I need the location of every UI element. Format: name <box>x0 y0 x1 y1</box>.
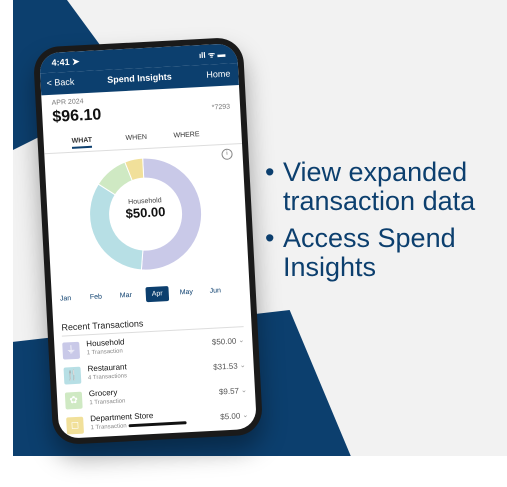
recent-transactions-title: Recent Transactions <box>61 318 144 333</box>
month-jun[interactable]: Jun <box>210 287 222 295</box>
total-amount: $96.10 <box>51 106 102 126</box>
transaction-amount: $9.57 <box>218 386 240 397</box>
month-jan[interactable]: Jan <box>60 295 72 303</box>
transaction-name: Household <box>86 337 125 349</box>
transaction-count: 1 Transaction <box>90 423 127 432</box>
utensils-icon: 🍴 <box>63 366 82 385</box>
transaction-amount: $50.00 <box>211 336 237 347</box>
chevron-down-icon: ⌄ <box>242 411 249 420</box>
chevron-down-icon: ⌄ <box>238 337 245 345</box>
feature-text: View expanded transaction data <box>283 157 476 216</box>
period-label: APR 2024 <box>51 98 84 107</box>
tab-what[interactable]: WHAT <box>71 136 93 149</box>
month-selector: Jan Feb Mar Apr May Jun <box>51 281 250 311</box>
transaction-count: 4 Transactions <box>87 373 128 382</box>
feature-bullet: • Access Spend Insights <box>265 223 456 282</box>
shopping-bag-icon: ◻ <box>66 416 84 435</box>
signal-icons: ıll ᯤ ▬ <box>198 49 226 61</box>
feature-text: Access Spend Insights <box>283 223 456 282</box>
month-feb[interactable]: Feb <box>90 293 102 301</box>
transaction-name: Restaurant <box>87 362 127 374</box>
info-icon[interactable]: i <box>221 148 233 161</box>
tab-where[interactable]: WHERE <box>173 131 199 139</box>
feature-bullet: • View expanded transaction data <box>265 157 476 216</box>
status-time: 4:41 ➤ <box>51 56 80 68</box>
transaction-count: 1 Transaction <box>89 398 126 407</box>
account-number: *7293 <box>211 103 231 112</box>
home-button[interactable]: Home <box>206 68 231 79</box>
phone-screen: 4:41 ➤ ıll ᯤ ▬ < Back Spend Insights Hom… <box>39 43 257 439</box>
donut-slice-restaurant[interactable] <box>88 182 144 273</box>
insight-tabs: WHAT WHEN WHERE <box>43 124 243 155</box>
tab-when[interactable]: WHEN <box>125 134 147 142</box>
transaction-name: Grocery <box>88 387 118 399</box>
transaction-amount: $5.00 <box>220 411 241 422</box>
month-may[interactable]: May <box>180 289 194 297</box>
phone-mockup: 4:41 ➤ ıll ᯤ ▬ < Back Spend Insights Hom… <box>32 36 264 446</box>
transaction-count: 1 Transaction <box>86 348 123 357</box>
transaction-name: Department Store <box>89 410 154 424</box>
grocery-icon: ✿ <box>64 391 83 410</box>
chevron-down-icon: ⌄ <box>239 362 246 370</box>
promo-background: 4:41 ➤ ıll ᯤ ▬ < Back Spend Insights Hom… <box>13 0 507 487</box>
transaction-amount: $31.53 <box>212 361 238 372</box>
chevron-down-icon: ⌄ <box>240 387 248 395</box>
bottom-strip <box>13 456 507 487</box>
month-apr[interactable]: Apr <box>145 285 170 303</box>
feature-bullets: • View expanded transaction data • Access … <box>265 158 505 290</box>
month-mar[interactable]: Mar <box>120 292 132 300</box>
plug-icon: ⏚ <box>62 341 81 360</box>
